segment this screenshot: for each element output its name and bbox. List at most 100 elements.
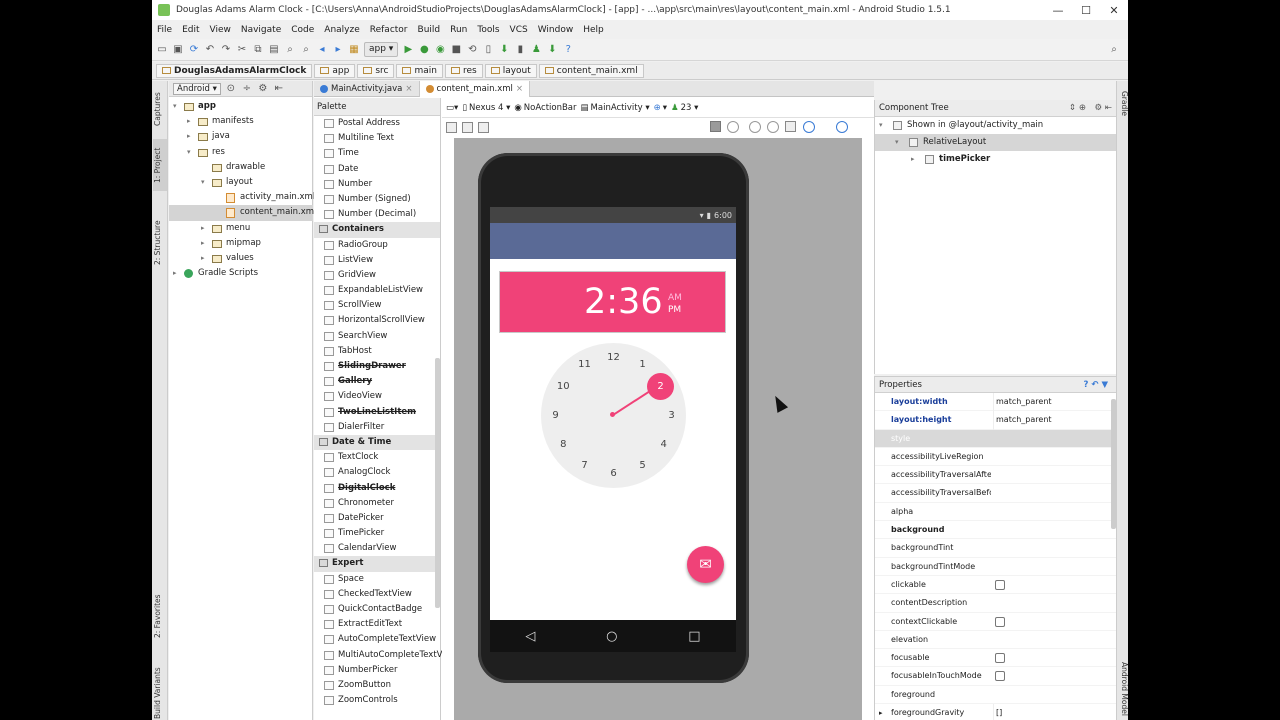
- dial-number[interactable]: 11: [577, 358, 593, 372]
- palette-item[interactable]: Chronometer: [314, 496, 440, 511]
- breadcrumb-item[interactable]: res: [444, 63, 483, 78]
- dial-number[interactable]: 12: [606, 351, 622, 365]
- dial-number[interactable]: 10: [555, 380, 571, 394]
- cut-icon[interactable]: ✂: [236, 44, 248, 56]
- expand-arrow-icon[interactable]: ▸: [173, 266, 177, 281]
- tree-item[interactable]: ▸ menu: [169, 221, 313, 236]
- menu-window[interactable]: Window: [533, 25, 579, 35]
- breadcrumb-item[interactable]: main: [396, 63, 443, 78]
- minimize-button[interactable]: —: [1044, 4, 1072, 17]
- dial-number[interactable]: 4: [656, 438, 672, 452]
- settings-gear-icon[interactable]: ⚙: [257, 83, 269, 95]
- palette-item[interactable]: TimePicker: [314, 526, 440, 541]
- phone-screen[interactable]: ▾ ▮ 6:00 2:36 AM PM 2 12 1 3 4 5 6 7 8 9…: [490, 207, 736, 620]
- dial-number[interactable]: 7: [577, 459, 593, 473]
- attach-debugger-icon[interactable]: ◉: [434, 44, 446, 56]
- close-tab-icon[interactable]: ×: [516, 81, 523, 97]
- device-select[interactable]: ▯ Nexus 4 ▾: [462, 103, 510, 113]
- android-icon[interactable]: ♟: [530, 44, 542, 56]
- maximize-button[interactable]: ☐: [1072, 4, 1100, 17]
- property-row[interactable]: style: [875, 429, 1116, 448]
- palette-item[interactable]: DigitalClock: [314, 481, 440, 496]
- property-value[interactable]: match_parent: [993, 411, 1113, 430]
- palette-section[interactable]: Date & Time: [314, 434, 440, 451]
- property-row[interactable]: background: [875, 521, 1116, 540]
- palette-item[interactable]: ScrollView: [314, 298, 440, 313]
- menu-file[interactable]: File: [152, 25, 177, 35]
- property-checkbox[interactable]: [995, 653, 1005, 664]
- expand-arrow-icon[interactable]: ▾: [879, 117, 883, 134]
- sdk-manager-icon[interactable]: ⬇: [498, 44, 510, 56]
- palette-item[interactable]: TwoLineListItem: [314, 405, 440, 420]
- palette-item[interactable]: CheckedTextView: [314, 587, 440, 602]
- palette-item[interactable]: DialerFilter: [314, 420, 440, 435]
- expand-arrow-icon[interactable]: ▸: [201, 251, 205, 266]
- palette-item[interactable]: ExtractEditText: [314, 617, 440, 632]
- palette-item[interactable]: AutoCompleteTextView: [314, 632, 440, 647]
- locale-select[interactable]: ⊕ ▾: [654, 103, 667, 113]
- palette-section[interactable]: Expert: [314, 556, 440, 572]
- filter-icon[interactable]: ? ↶ ▼: [1083, 377, 1108, 393]
- build-variants-tab[interactable]: Build Variants: [153, 666, 167, 720]
- tree-item[interactable]: ▸ values: [169, 251, 313, 266]
- breadcrumb-item[interactable]: app: [314, 63, 356, 78]
- menu-view[interactable]: View: [205, 25, 236, 35]
- property-row[interactable]: contentDescription: [875, 594, 1116, 613]
- theme-select[interactable]: ◉ NoActionBar: [514, 103, 576, 113]
- palette-item[interactable]: CalendarView: [314, 541, 440, 556]
- breadcrumb-item[interactable]: DouglasAdamsAlarmClock: [156, 63, 313, 78]
- refresh-icon[interactable]: [803, 121, 815, 133]
- run-config-select[interactable]: app ▾: [364, 42, 399, 57]
- menu-vcs[interactable]: VCS: [505, 25, 533, 35]
- gear-icon[interactable]: ⚙ ⇤: [1095, 100, 1112, 117]
- structure-tab[interactable]: 2: Structure: [153, 213, 167, 273]
- favorites-tab[interactable]: 2: Favorites: [153, 586, 167, 646]
- tree-item[interactable]: drawable: [169, 160, 313, 175]
- project-view-selector[interactable]: Android ▾: [173, 82, 221, 95]
- recents-nav-icon[interactable]: □: [688, 629, 700, 644]
- home-nav-icon[interactable]: ○: [606, 629, 617, 644]
- palette-item[interactable]: Time: [314, 146, 440, 161]
- tree-item[interactable]: ▾ res: [169, 145, 313, 160]
- palette-item[interactable]: SearchView: [314, 329, 440, 344]
- avd-manager-icon[interactable]: ▯: [482, 44, 494, 56]
- palette-item[interactable]: TabHost: [314, 344, 440, 359]
- menu-build[interactable]: Build: [413, 25, 446, 35]
- expand-arrow-icon[interactable]: ▸: [879, 704, 883, 720]
- zoom-actual-icon[interactable]: [727, 121, 739, 133]
- component-tree-item[interactable]: ▾ Shown in @layout/activity_main: [875, 117, 1116, 134]
- property-row[interactable]: clickable: [875, 576, 1116, 595]
- back-nav-icon[interactable]: ◁: [525, 629, 535, 644]
- editor-tab[interactable]: content_main.xml ×: [419, 80, 531, 97]
- sync-scroll-icon[interactable]: ⊙: [225, 83, 237, 95]
- android-model-tab[interactable]: Android Model: [1117, 659, 1128, 719]
- settings-icon[interactable]: [836, 121, 848, 133]
- email-fab[interactable]: ✉: [687, 546, 724, 583]
- palette-item[interactable]: DatePicker: [314, 511, 440, 526]
- tree-item[interactable]: content_main.xml: [169, 205, 316, 221]
- property-row[interactable]: foreground: [875, 686, 1116, 705]
- palette-scrollbar[interactable]: [435, 358, 440, 608]
- hide-icon[interactable]: ⇤: [273, 83, 285, 95]
- palette-item[interactable]: NumberPicker: [314, 663, 440, 678]
- palette-item[interactable]: Postal Address: [314, 116, 440, 131]
- property-row[interactable]: layout:width match_parent: [875, 393, 1116, 412]
- collapse-icon[interactable]: ÷: [241, 83, 253, 95]
- run-icon[interactable]: ▶: [402, 44, 414, 56]
- expand-icon[interactable]: ⇕ ⊕: [1069, 100, 1086, 117]
- expand-arrow-icon[interactable]: ▾: [187, 145, 191, 160]
- orientation-icon[interactable]: [478, 121, 489, 133]
- palette-item[interactable]: TextClock: [314, 450, 440, 465]
- palette-item[interactable]: VideoView: [314, 389, 440, 404]
- tree-item[interactable]: ▸ java: [169, 129, 313, 144]
- project-tab[interactable]: 1: Project: [153, 139, 167, 191]
- zoom-in-icon[interactable]: [749, 121, 761, 133]
- redo-icon[interactable]: ↷: [220, 44, 232, 56]
- dial-number[interactable]: 8: [555, 438, 571, 452]
- device-monitor-icon[interactable]: ▮: [514, 44, 526, 56]
- property-row[interactable]: elevation: [875, 631, 1116, 650]
- sync-gradle-icon[interactable]: ⟲: [466, 44, 478, 56]
- property-row[interactable]: focusableInTouchMode: [875, 667, 1116, 686]
- tree-item[interactable]: ▸ manifests: [169, 114, 313, 129]
- palette-item[interactable]: Date: [314, 162, 440, 177]
